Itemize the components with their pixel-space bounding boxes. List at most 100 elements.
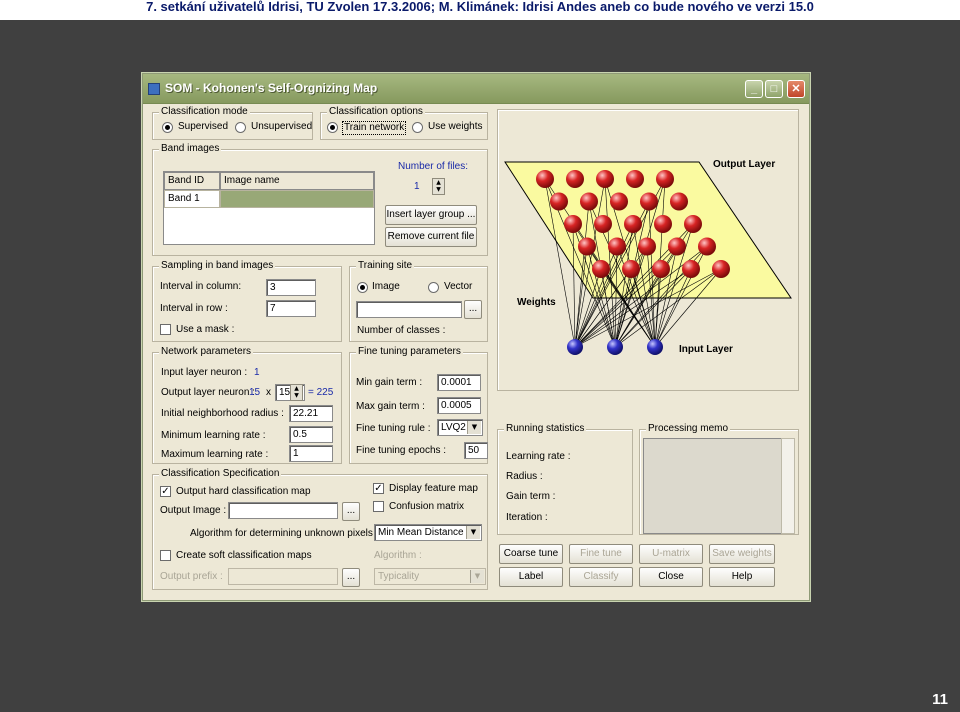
sampling-label: Sampling in band images [159, 260, 276, 271]
input-neuron [567, 339, 583, 355]
iteration-label: Iteration : [506, 512, 548, 523]
output-neuron [656, 170, 674, 188]
app-icon [148, 83, 160, 95]
network-diagram: Output Layer Weights Input Layer [504, 159, 792, 355]
output-hard-label: Output hard classification map [176, 486, 311, 497]
classify-button[interactable]: Classify [569, 567, 633, 587]
num-files-spinner[interactable]: ▲ ▼ [432, 178, 445, 195]
interval-row-input[interactable]: 7 [266, 300, 316, 317]
chevron-down-icon[interactable]: ▼ [466, 526, 480, 539]
max-lr-input[interactable]: 1 [289, 445, 333, 462]
remove-current-file-button[interactable]: Remove current file [385, 227, 477, 247]
algorithm2-label: Algorithm : [374, 550, 422, 561]
band-id-header[interactable]: Band ID [164, 172, 220, 190]
output-neuron [712, 260, 730, 278]
output-neuron [580, 192, 598, 211]
image-label: Image [372, 281, 400, 292]
min-gain-input[interactable]: 0.0001 [437, 374, 481, 391]
interval-column-label: Interval in column: [160, 281, 242, 292]
network-parameters-label: Network parameters [159, 346, 254, 357]
band-table[interactable]: Band ID Image name Band 1 [163, 171, 375, 245]
image-name-cell[interactable] [220, 190, 374, 208]
supervised-radio[interactable] [162, 122, 173, 133]
confusion-checkbox[interactable] [373, 501, 384, 512]
output-neuron [698, 237, 716, 256]
use-weights-label: Use weights [428, 121, 483, 132]
output-prefix-browse-button[interactable]: ... [342, 568, 360, 587]
neighborhood-input[interactable]: 22.21 [289, 405, 333, 422]
image-radio[interactable] [357, 282, 368, 293]
output-image-input[interactable] [228, 502, 338, 519]
classification-options-group: Classification options Train network Use… [320, 106, 488, 140]
soft-maps-label: Create soft classification maps [176, 550, 312, 561]
use-mask-checkbox[interactable] [160, 324, 171, 335]
algorithm-select[interactable]: Min Mean Distance ▼ [374, 524, 482, 541]
output-cols-spinner[interactable]: ▲ ▼ [290, 384, 303, 401]
output-neuron [550, 192, 568, 211]
fine-tune-button[interactable]: Fine tune [569, 544, 633, 564]
train-network-label: Train network [342, 121, 407, 135]
use-mask-label: Use a mask : [176, 324, 235, 335]
insert-layer-group-button[interactable]: Insert layer group ... [385, 205, 477, 225]
supervised-label: Supervised [178, 121, 229, 132]
unsupervised-label: Unsupervised [251, 121, 313, 132]
maximize-button[interactable]: □ [765, 80, 783, 98]
input-layer-label: Input Layer [679, 344, 733, 355]
chevron-down-icon[interactable]: ▼ [467, 421, 481, 434]
memo-scrollbar[interactable] [781, 438, 795, 534]
coarse-tune-button[interactable]: Coarse tune [499, 544, 563, 564]
max-gain-label: Max gain term : [356, 401, 425, 412]
output-neuron [670, 192, 688, 211]
vector-radio[interactable] [428, 282, 439, 293]
chevron-down-icon[interactable]: ▼ [470, 570, 484, 583]
classification-mode-label: Classification mode [159, 106, 250, 117]
rule-select[interactable]: LVQ2 ▼ [437, 419, 483, 436]
classification-spec-label: Classification Specification [159, 468, 282, 479]
output-neuron [668, 237, 686, 256]
typicality-select[interactable]: Typicality ▼ [374, 568, 486, 585]
image-name-header[interactable]: Image name [220, 172, 374, 190]
slide-title: 7. setkání uživatelů Idrisi, TU Zvolen 1… [146, 0, 814, 14]
processing-memo-label: Processing memo [646, 423, 731, 434]
soft-maps-checkbox[interactable] [160, 550, 171, 561]
min-lr-label: Minimum learning rate : [161, 430, 266, 441]
training-site-browse-button[interactable]: ... [464, 300, 482, 319]
unsupervised-radio[interactable] [235, 122, 246, 133]
epochs-input[interactable]: 50 [464, 442, 488, 459]
neighborhood-label: Initial neighborhood radius : [161, 408, 284, 419]
training-site-input[interactable] [356, 301, 462, 318]
max-gain-input[interactable]: 0.0005 [437, 397, 481, 414]
save-weights-button[interactable]: Save weights [709, 544, 775, 564]
output-neuron [626, 170, 644, 188]
gain-term-label: Gain term : [506, 491, 556, 502]
output-hard-checkbox[interactable]: ✓ [160, 486, 171, 497]
display-feature-checkbox[interactable]: ✓ [373, 483, 384, 494]
use-weights-radio[interactable] [412, 122, 423, 133]
help-button[interactable]: Help [709, 567, 775, 587]
min-lr-input[interactable]: 0.5 [289, 426, 333, 443]
processing-memo-textarea[interactable] [643, 438, 795, 534]
output-layer-label: Output Layer [713, 159, 775, 170]
output-image-browse-button[interactable]: ... [342, 502, 360, 521]
output-neuron [592, 260, 610, 278]
u-matrix-button[interactable]: U-matrix [639, 544, 703, 564]
label-button[interactable]: Label [499, 567, 563, 587]
title-bar[interactable]: SOM - Kohonen's Self-Orgnizing Map _ □ ✕ [143, 74, 809, 104]
close-button[interactable]: Close [639, 567, 703, 587]
interval-column-input[interactable]: 3 [266, 279, 316, 296]
output-neuron [566, 170, 584, 188]
minimize-button[interactable]: _ [745, 80, 763, 98]
page-number: 11 [932, 691, 948, 708]
fine-tuning-group: Fine tuning parameters Min gain term : 0… [349, 346, 488, 464]
output-neuron [638, 237, 656, 256]
output-neuron [596, 170, 614, 188]
output-prefix-label: Output prefix : [160, 571, 223, 582]
running-stats-label: Running statistics [504, 423, 587, 434]
output-neuron [652, 260, 670, 278]
num-files-value: 1 [414, 181, 420, 192]
output-neuron [640, 192, 658, 211]
output-prefix-input[interactable] [228, 568, 338, 585]
band-id-cell[interactable]: Band 1 [164, 190, 220, 208]
train-network-radio[interactable] [327, 122, 338, 133]
close-window-button[interactable]: ✕ [787, 80, 805, 98]
